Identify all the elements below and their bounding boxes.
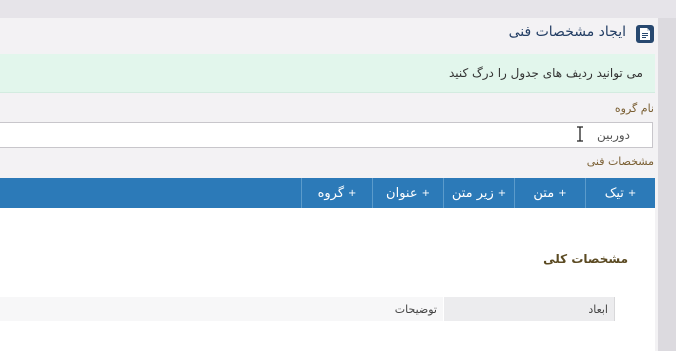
plus-icon: + [627,187,637,199]
group-name-label: نام گروه [614,102,654,115]
add-subtext-button[interactable]: + زیر متن [443,178,514,208]
plus-icon: + [348,187,357,199]
add-text-button[interactable]: + متن [514,178,585,208]
text-cursor-icon [577,126,583,142]
plus-icon: + [558,187,567,199]
document-icon [636,25,654,43]
info-message: می توانید ردیف های جدول را درگ کنید [448,66,643,80]
add-check-label: تیک [604,185,624,201]
plus-icon: + [497,187,507,199]
add-subtext-label: زیر متن [451,185,494,201]
row-value-text: توضیحات [394,303,437,316]
specs-table-area [0,208,655,351]
add-title-button[interactable]: + عنوان [372,178,443,208]
info-box: می توانید ردیف های جدول را درگ کنید [0,54,655,93]
specs-label: مشخصات فنی [586,155,654,168]
add-check-button[interactable]: + تیک [585,178,655,208]
table-row-value-cell[interactable]: توضیحات [0,297,443,321]
group-name-input[interactable] [0,122,653,148]
add-title-label: عنوان [386,185,418,201]
add-text-label: متن [533,185,555,201]
row-key-text: ابعاد [588,303,608,316]
add-group-button[interactable]: + گروه [301,178,372,208]
plus-icon: + [421,187,430,199]
add-group-label: گروه [317,185,345,201]
page-scrollbar[interactable] [658,18,676,351]
table-row-key-cell[interactable]: ابعاد [444,297,615,321]
page-title: ایجاد مشخصات فنی [508,24,626,40]
section-heading: مشخصات کلی [543,252,628,266]
specs-toolbar: + تیک + متن + زیر متن + عنوان + گروه [0,178,655,208]
